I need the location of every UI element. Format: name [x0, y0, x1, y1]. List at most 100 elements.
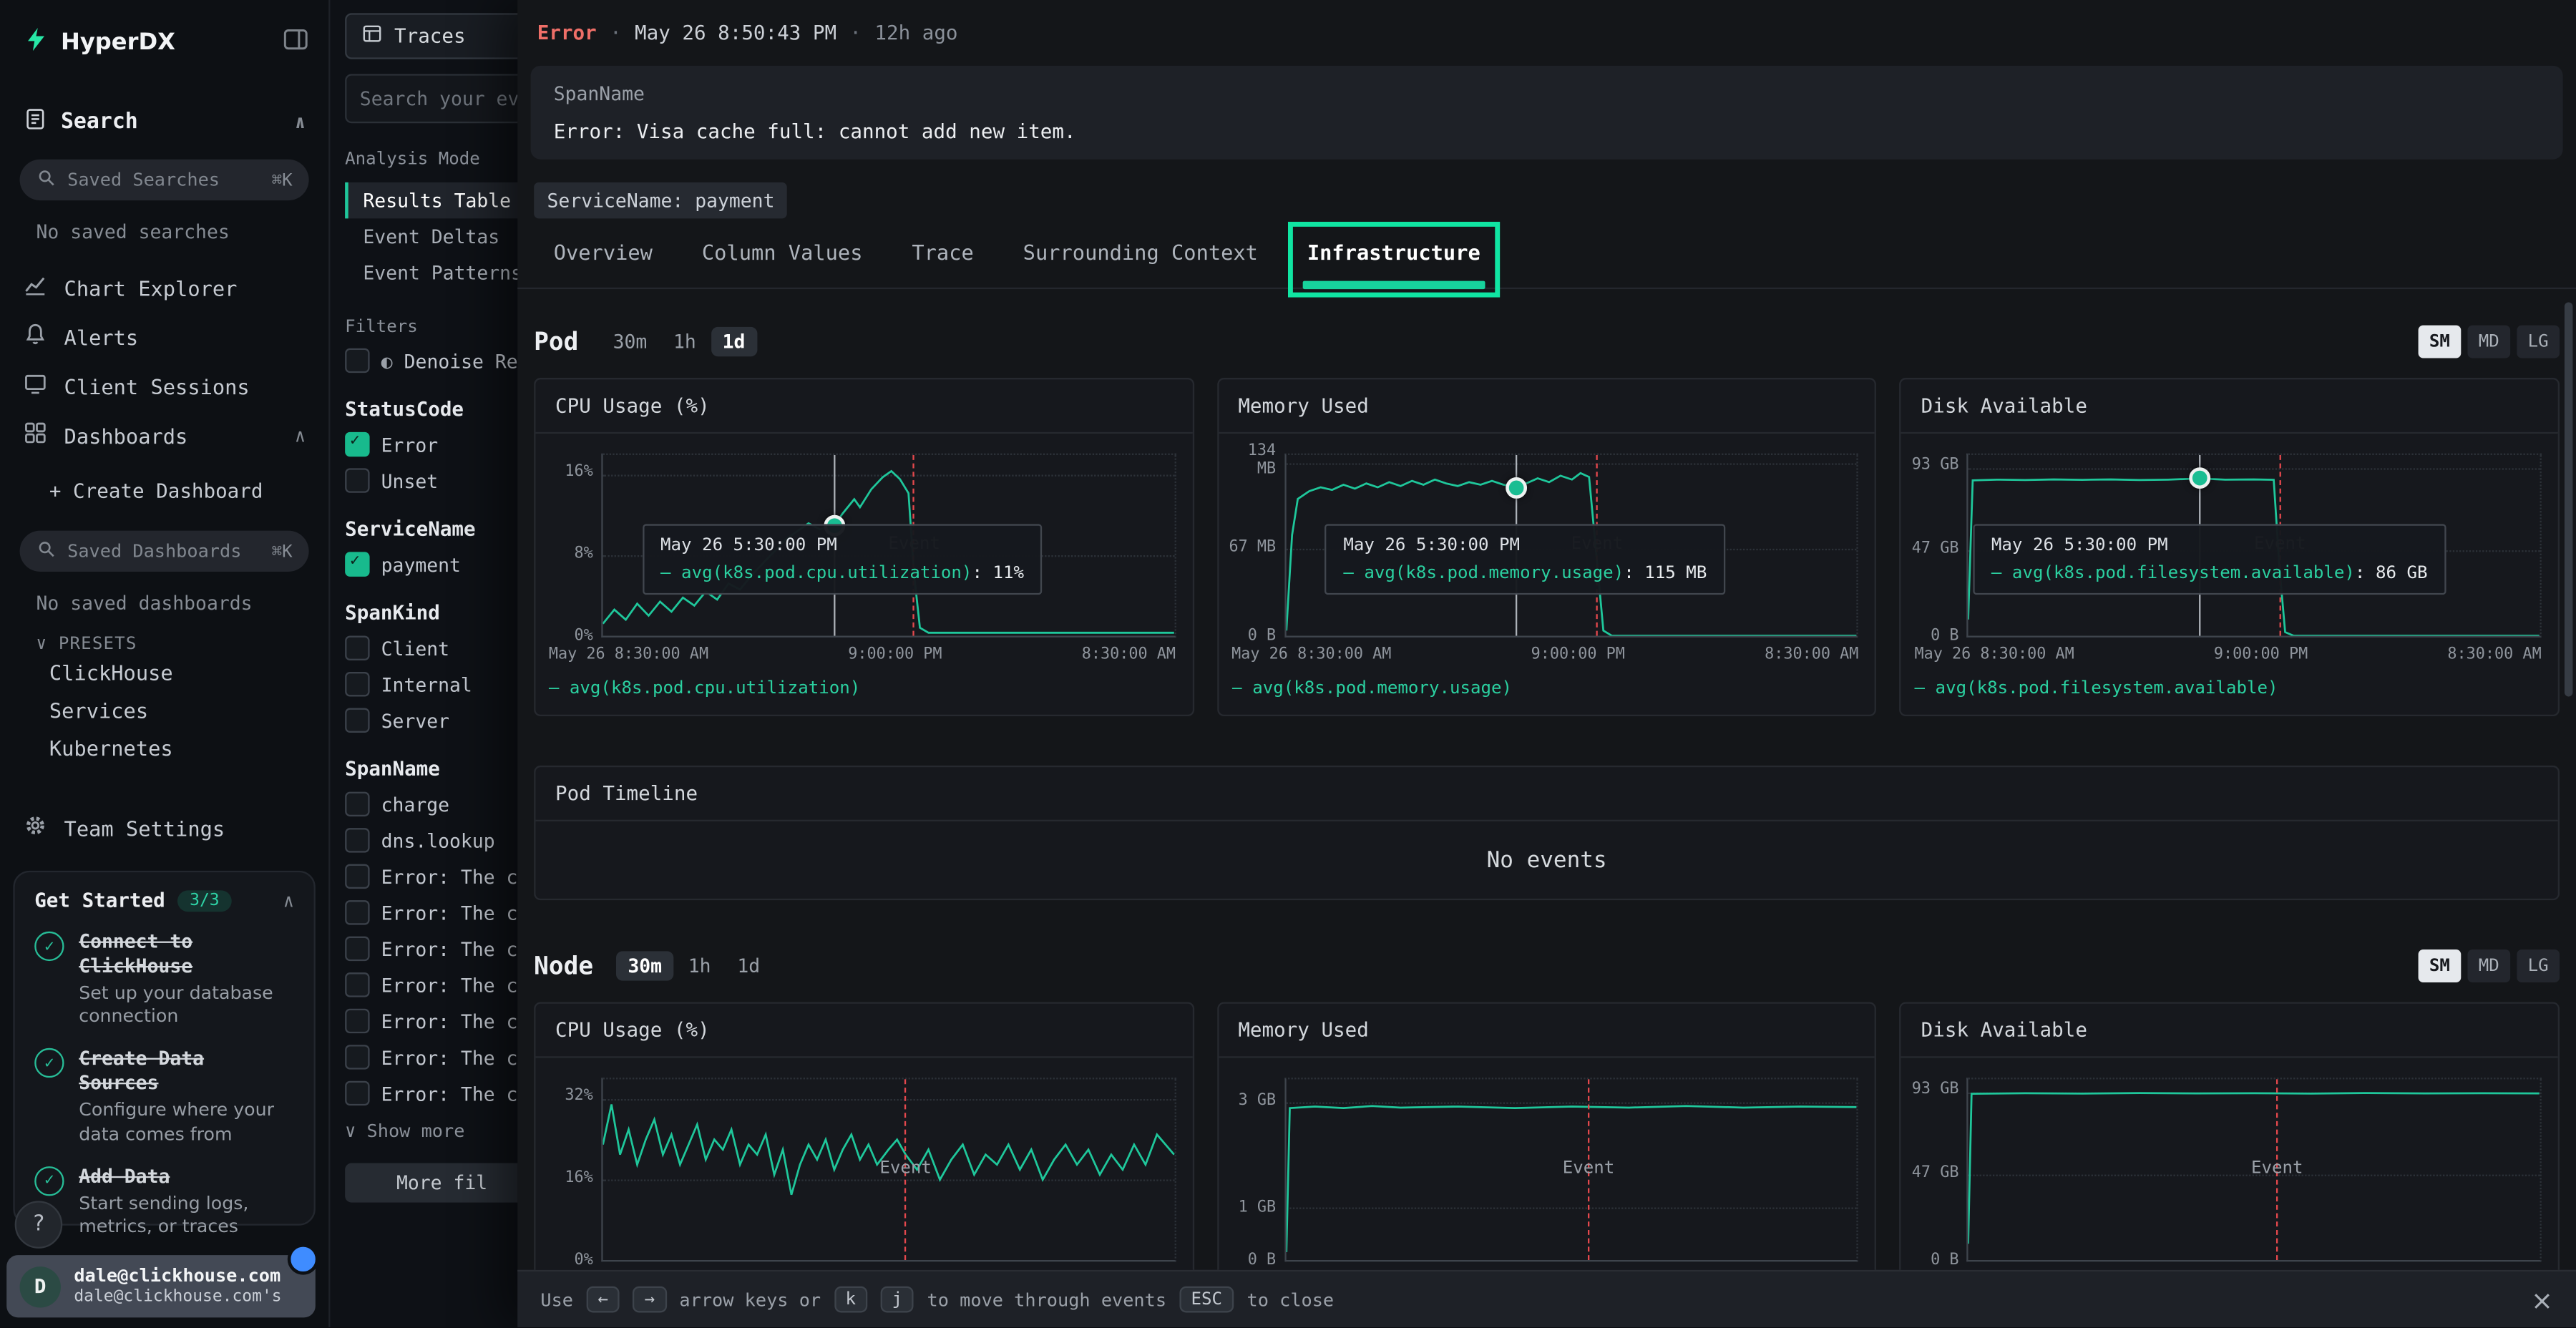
tab-column-values[interactable]: Column Values — [702, 240, 863, 264]
sidebar-item-alerts[interactable]: Alerts — [0, 312, 328, 361]
node-range-30m[interactable]: 30m — [616, 951, 673, 980]
filter-option-client[interactable]: Client — [345, 636, 542, 660]
filter-option-internal[interactable]: Internal — [345, 672, 542, 696]
node-cpu-plot[interactable]: Event — [601, 1078, 1176, 1261]
check-circle-icon: ✓ — [34, 1166, 64, 1196]
sidebar-item-dashboards[interactable]: Dashboards ∧ — [0, 411, 328, 460]
checkbox[interactable] — [345, 792, 369, 816]
filter-option-payment[interactable]: payment — [345, 552, 542, 576]
tab-overview[interactable]: Overview — [554, 240, 653, 264]
event-search-input[interactable] — [345, 74, 539, 123]
filter-option-error-span[interactable]: Error: The cr — [345, 1045, 542, 1069]
service-name-tag[interactable]: ServiceName: payment — [534, 182, 788, 219]
checkbox[interactable] — [345, 900, 369, 924]
pod-memory-chart-card: Memory Used 134 MB67 MB0 B EventMay 26 5… — [1216, 378, 1876, 716]
tab-label: Infrastructure — [1307, 240, 1480, 264]
chart-title: CPU Usage (%) — [535, 379, 1192, 434]
filter-option-error[interactable]: Error — [345, 432, 542, 456]
saved-searches-input[interactable]: Saved Searches ⌘K — [20, 160, 309, 200]
mode-event-patterns[interactable]: Event Patterns — [345, 255, 542, 291]
filter-option-error-span[interactable]: Error: The cr — [345, 864, 542, 889]
checkbox[interactable] — [345, 708, 369, 733]
node-size-sm[interactable]: SM — [2419, 949, 2462, 982]
mode-results-table[interactable]: Results Table — [345, 182, 542, 219]
filter-option-dns-lookup[interactable]: dns.lookup — [345, 828, 542, 852]
user-account-chip[interactable]: D dale@clickhouse.com dale@clickhouse.co… — [6, 1256, 316, 1318]
get-started-step[interactable]: ✓ Add Data Start sending logs, metrics, … — [34, 1165, 294, 1240]
sidebar-item-team-settings[interactable]: Team Settings — [0, 804, 328, 853]
chevron-up-icon[interactable]: ∧ — [283, 889, 294, 911]
chart-explorer-icon — [23, 273, 47, 302]
filter-option-unset[interactable]: Unset — [345, 468, 542, 492]
node-size-lg[interactable]: LG — [2517, 949, 2560, 982]
checkbox[interactable] — [345, 468, 369, 492]
checkbox[interactable] — [345, 1045, 369, 1069]
node-size-md[interactable]: MD — [2467, 949, 2510, 982]
checkbox[interactable] — [345, 828, 369, 852]
pod-cpu-plot[interactable]: EventMay 26 5:30:00 PM— avg(k8s.pod.cpu.… — [601, 454, 1176, 638]
checkbox[interactable] — [345, 1009, 369, 1033]
close-icon[interactable]: × — [2531, 1284, 2553, 1315]
filter-option-error-span[interactable]: Error: The cr — [345, 937, 542, 961]
filter-option-error-span[interactable]: Error: The cr — [345, 1081, 542, 1105]
collapse-sidebar-icon[interactable] — [283, 26, 309, 58]
sidebar-item-client-sessions[interactable]: Client Sessions — [0, 361, 328, 411]
chevron-up-icon[interactable]: ∧ — [295, 424, 306, 446]
pod-range-1d[interactable]: 1d — [711, 327, 757, 356]
filter-option-error-span[interactable]: Error: The cr — [345, 900, 542, 924]
filter-label: Error: The cr — [381, 1010, 530, 1032]
node-disk-plot[interactable]: Event — [1967, 1078, 2542, 1261]
chevron-up-icon[interactable]: ∧ — [295, 112, 306, 133]
pod-disk-plot[interactable]: EventMay 26 5:30:00 PM— avg(k8s.pod.file… — [1967, 454, 2542, 638]
pod-size-sm[interactable]: SM — [2419, 326, 2462, 358]
saved-dashboards-input[interactable]: Saved Dashboards ⌘K — [20, 531, 309, 572]
checkbox[interactable] — [345, 636, 369, 660]
filter-label: Error: The cr — [381, 937, 530, 960]
preset-kubernetes[interactable]: Kubernetes — [0, 729, 328, 767]
pod-section-title: Pod — [534, 327, 578, 356]
checkbox[interactable] — [345, 1081, 369, 1105]
node-range-1h[interactable]: 1h — [677, 951, 723, 980]
filter-option-error-span[interactable]: Error: The cr — [345, 972, 542, 997]
checkbox[interactable] — [345, 864, 369, 889]
help-button[interactable]: ? — [15, 1201, 63, 1249]
filter-option-server[interactable]: Server — [345, 708, 542, 733]
filter-option-error-span[interactable]: Error: The cr — [345, 1009, 542, 1033]
preset-services[interactable]: Services — [0, 692, 328, 730]
get-started-step[interactable]: ✓ Create Data Sources Configure where yo… — [34, 1048, 294, 1147]
node-range-1d[interactable]: 1d — [726, 951, 771, 980]
magnifier-icon — [36, 538, 58, 565]
checkbox[interactable] — [345, 348, 369, 373]
more-filters-button[interactable]: More fil — [345, 1163, 539, 1203]
filter-denoise[interactable]: ◐ Denoise Re — [345, 348, 542, 373]
mode-event-deltas[interactable]: Event Deltas — [345, 218, 542, 255]
presets-toggle[interactable]: ∨ PRESETS — [36, 634, 329, 654]
checkbox[interactable] — [345, 672, 369, 696]
filter-option-charge[interactable]: charge — [345, 792, 542, 816]
relative-time: 12h ago — [874, 21, 957, 44]
checkbox-checked[interactable] — [345, 432, 369, 456]
source-selector-button[interactable]: Traces — [345, 13, 529, 59]
tab-surrounding-context[interactable]: Surrounding Context — [1023, 240, 1258, 264]
checkbox-checked[interactable] — [345, 552, 369, 576]
scrollbar[interactable] — [2565, 302, 2572, 696]
preset-clickhouse[interactable]: ClickHouse — [0, 654, 328, 692]
create-dashboard-button[interactable]: + Create Dashboard — [0, 473, 328, 509]
filter-group-spanname: SpanName — [345, 757, 542, 780]
pod-range-30m[interactable]: 30m — [602, 327, 659, 356]
tab-infrastructure[interactable]: Infrastructure — [1307, 240, 1480, 264]
show-more-toggle[interactable]: ∨ Show more — [345, 1120, 542, 1142]
get-started-step[interactable]: ✓ Connect to ClickHouse Set up your data… — [34, 929, 294, 1029]
search-section-header[interactable]: Search ∧ — [0, 107, 328, 138]
x-tick: 8:30:00 AM — [1082, 645, 1176, 663]
event-timestamp: May 26 8:50:43 PM — [635, 21, 836, 44]
checkbox[interactable] — [345, 937, 369, 961]
pod-memory-plot[interactable]: EventMay 26 5:30:00 PM— avg(k8s.pod.memo… — [1284, 454, 1859, 638]
pod-size-lg[interactable]: LG — [2517, 326, 2560, 358]
pod-range-1h[interactable]: 1h — [662, 327, 708, 356]
node-memory-plot[interactable]: Event — [1284, 1078, 1859, 1261]
checkbox[interactable] — [345, 972, 369, 997]
tab-trace[interactable]: Trace — [912, 240, 973, 264]
sidebar-item-chart-explorer[interactable]: Chart Explorer — [0, 263, 328, 312]
pod-size-md[interactable]: MD — [2467, 326, 2510, 358]
